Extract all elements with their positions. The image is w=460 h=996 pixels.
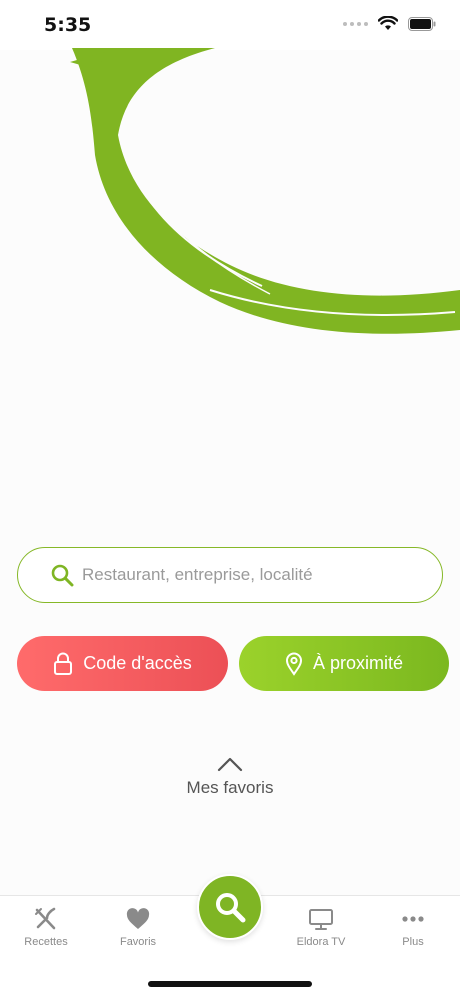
monitor-icon: [309, 909, 333, 930]
battery-icon: [408, 16, 436, 31]
search-icon: [216, 893, 246, 923]
tab-eldora-tv-label: Eldora TV: [296, 936, 346, 948]
brush-stroke-graphic: [70, 48, 460, 334]
nearby-label: À proximité: [312, 653, 404, 673]
heart-icon: [126, 908, 150, 929]
wifi-icon: [378, 16, 398, 30]
tab-favoris[interactable]: Favoris: [103, 906, 173, 948]
nearby-button[interactable]: À proximité: [239, 636, 449, 691]
tab-favoris-label: Favoris: [119, 936, 157, 948]
access-code-label: Code d'accès: [83, 653, 192, 673]
tab-plus-label: Plus: [402, 936, 424, 948]
access-code-button[interactable]: Code d'accès: [17, 636, 228, 691]
chevron-up-icon: [217, 757, 243, 772]
tab-recettes-label: Recettes: [24, 936, 68, 948]
search-icon: [51, 564, 74, 587]
more-dots-icon: [402, 916, 424, 922]
lock-icon: [54, 652, 73, 675]
home-indicator: [148, 981, 312, 987]
tab-eldora-tv[interactable]: Eldora TV: [286, 906, 356, 948]
status-time: 5:35: [44, 14, 92, 36]
search-bar[interactable]: [17, 547, 443, 603]
search-input[interactable]: [82, 558, 422, 592]
tab-plus[interactable]: Plus: [378, 906, 448, 948]
favorites-toggle[interactable]: Mes favoris: [0, 756, 460, 798]
signal-icon: [343, 21, 368, 26]
utensils-icon: [35, 907, 56, 930]
center-search-button[interactable]: [197, 874, 263, 940]
status-icons: [343, 16, 436, 31]
tab-recettes[interactable]: Recettes: [11, 906, 81, 948]
location-pin-icon: [285, 652, 302, 676]
favorites-label: Mes favoris: [186, 778, 274, 797]
